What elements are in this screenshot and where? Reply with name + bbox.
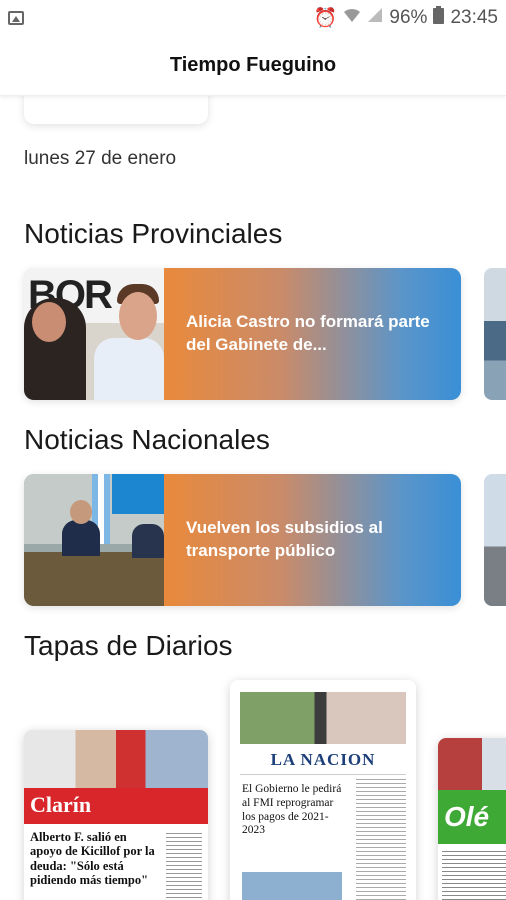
newspaper-masthead: Olé bbox=[438, 790, 506, 844]
section-title-nacionales: Noticias Nacionales bbox=[24, 424, 270, 455]
section-title-tapas: Tapas de Diarios bbox=[24, 630, 233, 661]
news-photo bbox=[24, 474, 164, 606]
battery-percent: 96% bbox=[389, 7, 428, 28]
news-card[interactable]: BOR Alicia Castro no formará parte del G… bbox=[24, 268, 461, 400]
image-notification-icon bbox=[8, 11, 24, 25]
app-title: Tiempo Fueguino bbox=[169, 54, 337, 76]
news-photo: BOR bbox=[24, 268, 164, 400]
date-label: lunes 27 de enero bbox=[24, 148, 177, 169]
news-headline: Alicia Castro no formará parte del Gabin… bbox=[186, 312, 430, 354]
alarm-icon: ⏰ bbox=[313, 8, 338, 29]
news-headline: Vuelven los subsidios al transporte públ… bbox=[186, 518, 383, 560]
section-title-provinciales: Noticias Provinciales bbox=[24, 218, 283, 249]
app-bar: Tiempo Fueguino bbox=[0, 36, 506, 96]
newspaper-cover-ole[interactable]: Olé bbox=[438, 738, 506, 900]
newspaper-headline: Alberto F. salió en apoyo de Kicillof po… bbox=[30, 830, 155, 888]
clock: 23:45 bbox=[450, 7, 498, 28]
newspaper-masthead: Clarín bbox=[24, 788, 208, 824]
newspaper-headline: El Gobierno le pedirá al FMI reprogramar… bbox=[242, 783, 342, 837]
newspaper-cover-clarin[interactable]: Clarín Alberto F. salió en apoyo de Kici… bbox=[24, 730, 208, 900]
newspaper-cover-nacion[interactable]: LA NACION El Gobierno le pedirá al FMI r… bbox=[230, 680, 416, 900]
wifi-icon bbox=[343, 7, 361, 29]
news-card-next[interactable] bbox=[484, 268, 506, 400]
status-bar: ⏰ 96% 23:45 bbox=[0, 0, 506, 36]
battery-icon bbox=[433, 6, 445, 30]
news-card-next[interactable] bbox=[484, 474, 506, 606]
signal-icon bbox=[367, 7, 383, 29]
newspaper-masthead: LA NACION bbox=[240, 744, 406, 775]
news-card[interactable]: Vuelven los subsidios al transporte públ… bbox=[24, 474, 461, 606]
